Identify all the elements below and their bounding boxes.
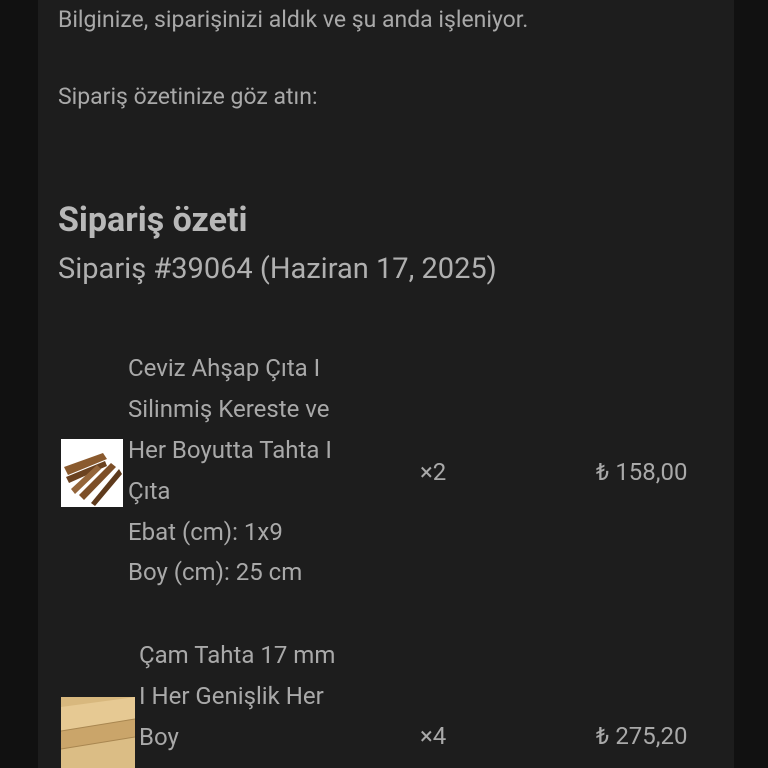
item-name-line: Ceviz Ahşap Çıta I [128,354,321,382]
item-price: ₺ 158,00 [596,458,688,486]
item-variant-size: Ebat (cm): 1x9 [128,518,283,546]
item-quantity: ×4 [420,722,447,750]
order-number-date: Sipariş #39064 (Haziran 17, 2025) [58,252,497,286]
item-variant-length: Boy (cm): 25 cm [128,558,303,586]
item-name: Ceviz Ahşap Çıta I Silinmiş Kereste ve H… [128,348,332,592]
item-name-line: Her Boyutta Tahta I [128,436,332,464]
item-price: ₺ 275,20 [596,722,688,750]
item-name-line: Çıta [128,477,171,505]
item-name: Çam Tahta 17 mm I Her Genişlik Her Boy [139,635,335,758]
item-name-line: Çam Tahta 17 mm [139,641,336,669]
item-name-line: I Her Genişlik Her [139,682,324,710]
walnut-wood-slats-thumbnail [61,439,123,507]
item-name-line: Silinmiş Kereste ve [128,395,330,423]
order-summary-heading: Sipariş özeti [58,200,248,240]
pine-board-thumbnail [61,697,135,768]
item-quantity: ×2 [420,458,447,486]
item-name-line: Boy [139,723,179,751]
intro-text-received: Bilginize, siparişinizi aldık ve şu anda… [58,6,529,33]
intro-text-review: Sipariş özetinize göz atın: [58,83,318,110]
